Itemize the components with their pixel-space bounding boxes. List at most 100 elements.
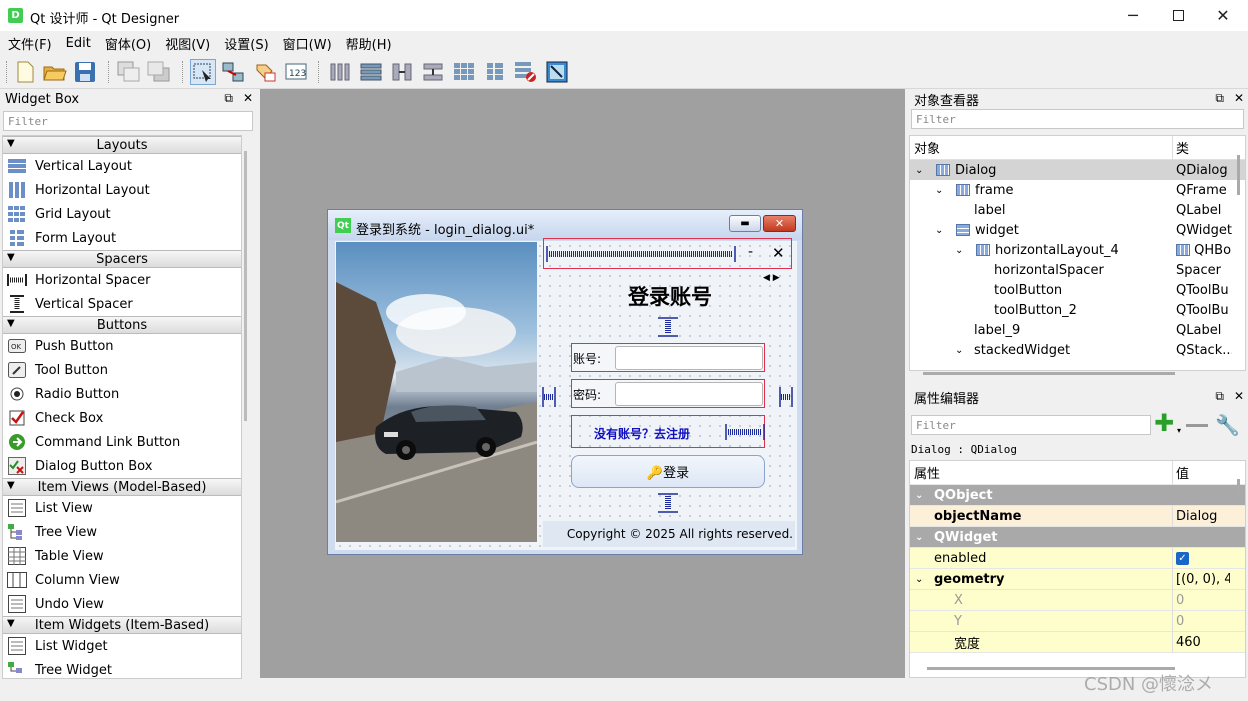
- property-row-enabled[interactable]: enabled ✓: [910, 547, 1245, 569]
- widget-item-tree-widget[interactable]: Tree Widget: [3, 658, 241, 678]
- close-dock-icon[interactable]: ✕: [1234, 389, 1244, 404]
- send-to-back-button[interactable]: [146, 59, 172, 85]
- category-spacers[interactable]: ▼ Spacers: [3, 250, 241, 268]
- tree-row-stacked-widget[interactable]: ⌄ stackedWidget QStack...: [910, 340, 1245, 360]
- widget-item-horizontal-layout[interactable]: Horizontal Layout: [3, 178, 241, 202]
- object-tree-v-scrollbar[interactable]: [1237, 155, 1240, 195]
- edit-widgets-button[interactable]: [190, 59, 216, 85]
- widget-item-horizontal-spacer[interactable]: Horizontal Spacer: [3, 268, 241, 292]
- widget-item-column-view[interactable]: Column View: [3, 568, 241, 592]
- layout-form-button[interactable]: [482, 59, 508, 85]
- chevron-down-icon[interactable]: ▾: [1177, 426, 1181, 435]
- login-button[interactable]: 🔑登录: [571, 455, 765, 488]
- minimize-button[interactable]: ─: [1110, 0, 1156, 31]
- maximize-button[interactable]: [1155, 0, 1201, 31]
- tree-row-tool-button-2[interactable]: toolButton_2 QToolBu: [910, 300, 1245, 320]
- close-button[interactable]: ✕: [1200, 0, 1246, 31]
- widget-item-dialog-button-box[interactable]: Dialog Button Box: [3, 454, 241, 478]
- close-dock-icon[interactable]: ✕: [1234, 91, 1244, 106]
- edit-signals-slots-button[interactable]: [220, 59, 246, 85]
- tree-row-horizontal-spacer[interactable]: horizontalSpacer Spacer: [910, 260, 1245, 280]
- break-layout-button[interactable]: [513, 59, 539, 85]
- close-dock-icon[interactable]: ✕: [243, 91, 253, 106]
- property-row-object-name[interactable]: objectName Dialog: [910, 505, 1245, 527]
- form-close-button[interactable]: ✕: [763, 215, 796, 232]
- category-layouts[interactable]: ▼ Layouts: [3, 136, 241, 154]
- menu-view[interactable]: 视图(V): [160, 34, 215, 53]
- open-file-button[interactable]: [42, 59, 68, 85]
- widget-item-tool-button[interactable]: Tool Button: [3, 358, 241, 382]
- tree-row-tool-button[interactable]: toolButton QToolBu: [910, 280, 1245, 300]
- new-file-button[interactable]: [12, 59, 38, 85]
- tree-row-horizontal-layout-4[interactable]: ⌄ horizontalLayout_4 QHBo: [910, 240, 1245, 260]
- form-minimize-tool-button[interactable]: -: [748, 244, 753, 260]
- float-dock-icon[interactable]: ⧉: [1215, 389, 1224, 404]
- layout-v-splitter-button[interactable]: [420, 59, 446, 85]
- menu-settings[interactable]: 设置(S): [219, 34, 273, 53]
- layout-h-splitter-button[interactable]: [389, 59, 415, 85]
- column-header-value[interactable]: 值: [1176, 463, 1189, 482]
- form-window[interactable]: Qt 登录到系统 - login_dialog.ui* ▬ ✕ - ✕ ◀ ▶ …: [327, 209, 803, 555]
- property-row-y[interactable]: Y0: [910, 610, 1245, 632]
- menu-window[interactable]: 窗口(W): [278, 34, 337, 53]
- float-dock-icon[interactable]: ⧉: [224, 91, 233, 106]
- column-header-object[interactable]: 对象: [914, 138, 940, 157]
- tree-row-label[interactable]: label QLabel: [910, 200, 1245, 220]
- category-item-views[interactable]: ▼ Item Views (Model-Based): [3, 478, 241, 496]
- widget-box-filter-input[interactable]: Filter: [3, 111, 253, 131]
- group-qobject[interactable]: ⌄ QObject: [910, 485, 1245, 506]
- widget-item-table-view[interactable]: Table View: [3, 544, 241, 568]
- tree-row-widget[interactable]: ⌄ widget QWidget: [910, 220, 1245, 240]
- float-dock-icon[interactable]: ⧉: [1215, 91, 1224, 106]
- menu-form[interactable]: 窗体(O): [100, 34, 156, 53]
- widget-item-vertical-spacer[interactable]: Vertical Spacer: [3, 292, 241, 316]
- widget-item-grid-layout[interactable]: Grid Layout: [3, 202, 241, 226]
- column-header-class[interactable]: 类: [1176, 138, 1189, 157]
- widget-item-form-layout[interactable]: Form Layout: [3, 226, 241, 250]
- widget-item-list-view[interactable]: List View: [3, 496, 241, 520]
- edit-buddies-button[interactable]: [252, 59, 278, 85]
- form-close-tool-button[interactable]: ✕: [772, 244, 785, 262]
- edit-tab-order-button[interactable]: 123: [284, 59, 310, 85]
- property-row-geometry[interactable]: ⌄ geometry [(0, 0), 46: [910, 568, 1245, 590]
- register-link[interactable]: 没有账号？去注册: [594, 425, 690, 442]
- object-tree-h-scrollbar[interactable]: [923, 372, 1175, 375]
- object-inspector-filter-input[interactable]: Filter: [911, 109, 1244, 129]
- widget-item-radio-button[interactable]: Radio Button: [3, 382, 241, 406]
- widget-item-list-widget[interactable]: List Widget: [3, 634, 241, 658]
- widget-item-vertical-layout[interactable]: Vertical Layout: [3, 154, 241, 178]
- tree-row-dialog[interactable]: ⌄ Dialog QDialog: [910, 160, 1245, 180]
- enabled-checkbox[interactable]: ✓: [1176, 551, 1189, 565]
- save-file-button[interactable]: [72, 59, 98, 85]
- property-row-x[interactable]: X0: [910, 589, 1245, 611]
- layout-vertically-button[interactable]: [358, 59, 384, 85]
- widget-item-command-link-button[interactable]: Command Link Button: [3, 430, 241, 454]
- property-table-v-scrollbar[interactable]: [1237, 479, 1240, 497]
- widget-item-tree-view[interactable]: Tree View: [3, 520, 241, 544]
- widget-item-check-box[interactable]: Check Box: [3, 406, 241, 430]
- form-minimize-button[interactable]: ▬: [729, 215, 761, 232]
- bring-to-front-button[interactable]: [116, 59, 142, 85]
- account-input[interactable]: [615, 346, 763, 370]
- widget-item-push-button[interactable]: OK Push Button: [3, 334, 241, 358]
- add-dynamic-property-icon[interactable]: ✚: [1154, 411, 1174, 435]
- layout-horizontally-button[interactable]: [327, 59, 353, 85]
- category-buttons[interactable]: ▼ Buttons: [3, 316, 241, 334]
- menu-help[interactable]: 帮助(H): [341, 34, 397, 53]
- column-header-property[interactable]: 属性: [914, 463, 940, 482]
- configure-wrench-icon[interactable]: 🔧: [1215, 413, 1240, 437]
- widget-item-undo-view[interactable]: Undo View: [3, 592, 241, 616]
- layout-grid-button[interactable]: [451, 59, 477, 85]
- category-item-widgets[interactable]: ▼ Item Widgets (Item-Based): [3, 616, 241, 634]
- property-filter-input[interactable]: Filter: [911, 415, 1151, 435]
- group-qwidget[interactable]: ⌄ QWidget: [910, 527, 1245, 548]
- tree-row-frame[interactable]: ⌄ frame QFrame: [910, 180, 1245, 200]
- widget-box-scrollbar[interactable]: [244, 151, 247, 421]
- tree-row-label-9[interactable]: label_9 QLabel: [910, 320, 1245, 340]
- password-input[interactable]: [615, 382, 763, 406]
- remove-property-icon[interactable]: [1186, 424, 1208, 427]
- menu-edit[interactable]: Edit: [61, 36, 96, 51]
- adjust-size-button[interactable]: [544, 59, 570, 85]
- menu-file[interactable]: 文件(F): [3, 34, 57, 53]
- property-row-width[interactable]: 宽度 460: [910, 631, 1245, 653]
